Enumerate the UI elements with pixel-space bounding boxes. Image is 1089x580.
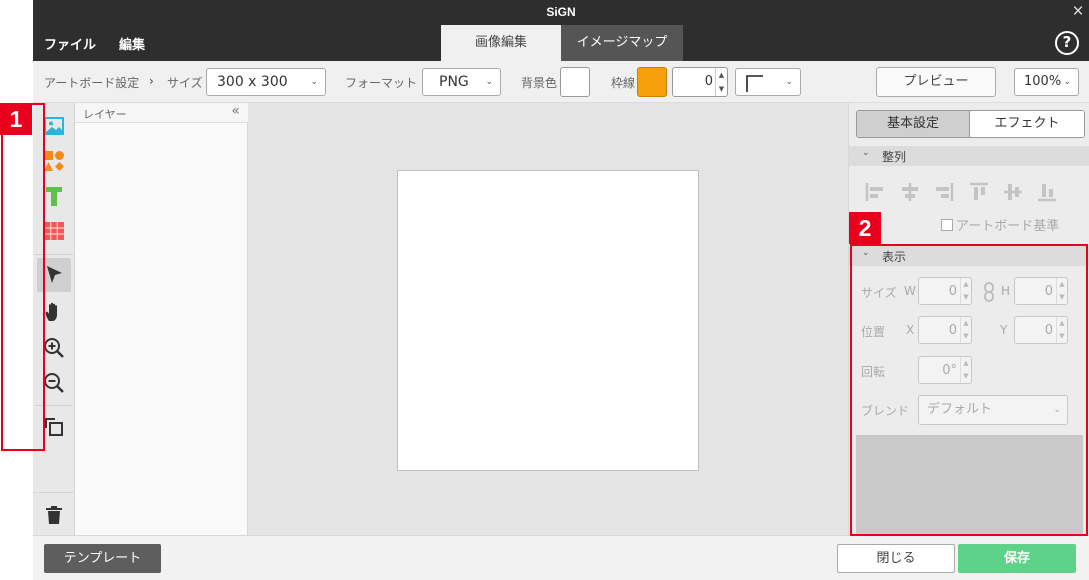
properties-tabs: 基本設定 エフェクト <box>856 110 1085 138</box>
tab-basic-settings[interactable]: 基本設定 <box>857 111 970 137</box>
close-window-icon[interactable]: × <box>1069 0 1087 24</box>
tab-image-map[interactable]: イメージマップ <box>561 25 683 61</box>
chevron-down-icon: ⌄ <box>310 77 318 87</box>
collapse-panel-icon[interactable]: « <box>231 103 240 119</box>
align-buttons <box>863 180 1078 204</box>
align-center-horizontal-icon[interactable] <box>898 180 922 204</box>
border-label: 枠線 <box>611 76 636 90</box>
layers-panel: レイヤー « <box>75 103 248 535</box>
table-icon <box>44 222 64 240</box>
text-icon <box>46 187 62 206</box>
close-button[interactable]: 閉じる <box>837 544 955 573</box>
shapes-icon <box>44 151 64 171</box>
menu-bar: ファイル 編集 画像編集 イメージマップ ? <box>33 25 1089 61</box>
chevron-down-icon: ⌄ <box>785 77 793 87</box>
align-section-header[interactable]: ⌄ 整列 <box>849 146 1089 166</box>
background-color-label: 背景色 <box>521 76 558 90</box>
align-middle-vertical-icon[interactable] <box>1001 180 1025 204</box>
hand-icon <box>45 302 57 321</box>
format-select-value: PNG <box>439 74 469 90</box>
zoom-in-icon <box>44 338 64 358</box>
pointer-arrow-icon <box>47 266 62 283</box>
border-color-swatch[interactable] <box>637 67 667 97</box>
save-button[interactable]: 保存 <box>958 544 1076 573</box>
breadcrumb-separator: › <box>149 74 154 88</box>
size-select[interactable]: 300 x 300 ⌄ <box>206 68 326 96</box>
app-root: SiGN × ファイル 編集 画像編集 イメージマップ ? アートボード設定 ›… <box>0 0 1089 580</box>
help-icon[interactable]: ? <box>1055 31 1079 55</box>
checkbox-box <box>941 219 953 231</box>
stepper-arrows[interactable]: ▲ ▼ <box>715 68 727 96</box>
annotation-badge-2: 2 <box>849 212 881 244</box>
breadcrumb-artboard-settings: アートボード設定 <box>44 76 140 90</box>
canvas-area[interactable] <box>248 103 848 535</box>
artboard-reference-checkbox[interactable]: アートボード基準 <box>941 215 1059 234</box>
border-width-stepper[interactable]: 0 ▲ ▼ <box>672 67 728 97</box>
zoom-value: 100% <box>1024 74 1062 89</box>
layers-header: レイヤー « <box>75 103 248 123</box>
annotation-box-tools <box>1 103 45 451</box>
layers-title: レイヤー <box>83 108 127 121</box>
align-bottom-icon[interactable] <box>1035 180 1059 204</box>
arrange-layers-icon <box>45 418 63 436</box>
chevron-down-icon: ⌄ <box>1063 77 1071 87</box>
tab-image-edit[interactable]: 画像編集 <box>441 25 561 61</box>
format-select[interactable]: PNG ⌄ <box>422 68 501 96</box>
zoom-select[interactable]: 100% ⌄ <box>1014 68 1079 96</box>
tab-effects[interactable]: エフェクト <box>970 111 1084 137</box>
preview-button[interactable]: プレビュー <box>876 67 996 97</box>
size-label: サイズ <box>167 76 203 90</box>
corner-style-icon <box>746 75 763 92</box>
title-bar: SiGN × <box>33 0 1089 25</box>
size-select-value: 300 x 300 <box>217 74 288 90</box>
artboard-toolbar: アートボード設定 › サイズ 300 x 300 ⌄ フォーマット PNG ⌄ … <box>33 61 1089 103</box>
menu-edit[interactable]: 編集 <box>119 34 145 53</box>
annotation-box-display <box>850 244 1088 536</box>
align-left-icon[interactable] <box>863 180 887 204</box>
artboard[interactable] <box>397 170 699 471</box>
app-title: SiGN <box>546 5 576 19</box>
chevron-down-icon: ⌄ <box>862 148 870 158</box>
image-icon <box>44 117 64 135</box>
border-width-value: 0 <box>704 74 713 89</box>
bottom-bar: テンプレート 閉じる 保存 <box>33 535 1089 580</box>
delete-button[interactable] <box>33 492 75 535</box>
align-top-icon[interactable] <box>967 180 991 204</box>
zoom-out-icon <box>44 373 64 393</box>
chevron-down-icon: ⌄ <box>485 77 493 87</box>
align-section-title: 整列 <box>882 150 907 164</box>
annotation-badge-1: 1 <box>0 103 32 135</box>
trash-icon <box>46 506 62 524</box>
menu-file[interactable]: ファイル <box>44 34 96 53</box>
format-label: フォーマット <box>345 76 418 90</box>
artboard-reference-label: アートボード基準 <box>956 219 1060 234</box>
align-right-icon[interactable] <box>932 180 956 204</box>
background-color-swatch[interactable] <box>560 67 590 97</box>
border-style-select[interactable]: ⌄ <box>735 68 801 96</box>
template-button[interactable]: テンプレート <box>44 544 161 573</box>
